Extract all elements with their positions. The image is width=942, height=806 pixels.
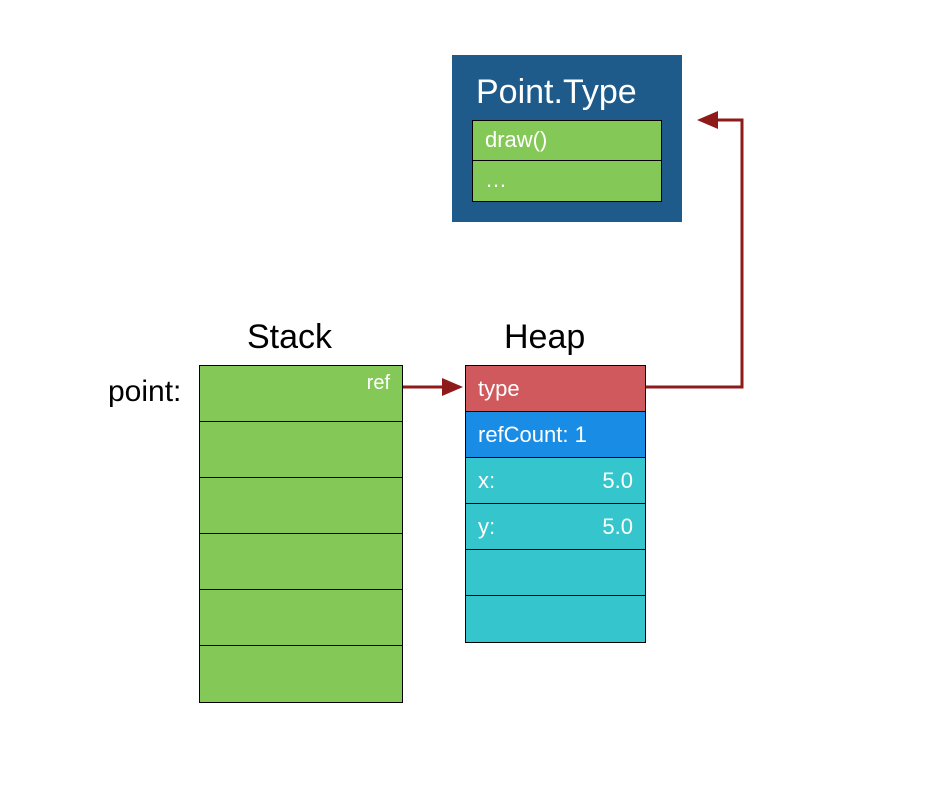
- type-method-row: draw(): [473, 121, 661, 161]
- heap-y-value: 5.0: [602, 514, 633, 540]
- heap-row-refcount: refCount: 1: [466, 412, 645, 458]
- heap-type-label: type: [478, 376, 520, 402]
- heap-row-y: y: 5.0: [466, 504, 645, 550]
- heap-row-type: type: [466, 366, 645, 412]
- heap-heading: Heap: [504, 318, 585, 357]
- point-variable-label: point:: [108, 375, 181, 409]
- stack-row-ref: ref: [200, 366, 402, 422]
- heap-x-value: 5.0: [602, 468, 633, 494]
- heap-table: type refCount: 1 x: 5.0 y: 5.0: [465, 365, 646, 643]
- stack-row-empty: [200, 534, 402, 590]
- type-metadata-box: Point.Type draw() …: [452, 55, 682, 222]
- stack-heading: Stack: [247, 318, 332, 357]
- heap-refcount-label: refCount: 1: [478, 422, 587, 448]
- heap-row-empty: [466, 550, 645, 596]
- type-methods-table: draw() …: [472, 120, 662, 202]
- heap-x-label: x:: [478, 468, 495, 494]
- stack-row-empty: [200, 646, 402, 702]
- type-method-row: …: [473, 161, 661, 201]
- heap-y-label: y:: [478, 514, 495, 540]
- type-title: Point.Type: [472, 73, 662, 112]
- heap-row-empty: [466, 596, 645, 642]
- stack-row-empty: [200, 590, 402, 646]
- heap-row-x: x: 5.0: [466, 458, 645, 504]
- stack-row-empty: [200, 422, 402, 478]
- stack-row-empty: [200, 478, 402, 534]
- stack-table: ref: [199, 365, 403, 703]
